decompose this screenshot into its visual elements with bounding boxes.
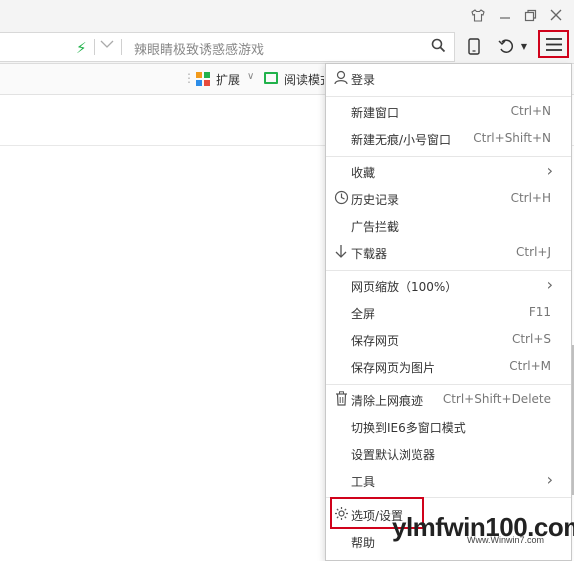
chevron-right-icon: › xyxy=(546,275,553,294)
download-arrow-icon xyxy=(333,244,349,260)
shortcut-label: Ctrl+H xyxy=(510,191,551,205)
menu-item-label: 清除上网痕迹 xyxy=(351,394,424,408)
menu-item-label: 网页缩放（100%） xyxy=(351,280,458,294)
shortcut-label: Ctrl+N xyxy=(510,104,551,118)
menu-item-label: 收藏 xyxy=(351,166,376,180)
menu-item-history[interactable]: 历史记录 Ctrl+H xyxy=(326,185,571,212)
menu-item-new-window[interactable]: 新建窗口 Ctrl+N xyxy=(326,98,571,125)
main-menu-dropdown: 登录 新建窗口 Ctrl+N 新建无痕/小号窗口 Ctrl+Shift+N 收藏… xyxy=(325,63,572,561)
menu-item-save-page-as-image[interactable]: 保存网页为图片 Ctrl+M xyxy=(326,353,571,380)
trash-icon xyxy=(333,391,349,407)
overflow-dots-icon[interactable]: ⋮ xyxy=(183,71,195,85)
menu-item-label: 广告拦截 xyxy=(351,220,400,234)
search-input[interactable]: 辣眼睛极致诱惑感游戏 xyxy=(134,39,264,58)
divider xyxy=(326,384,571,385)
menu-item-save-page[interactable]: 保存网页 Ctrl+S xyxy=(326,326,571,353)
user-icon xyxy=(333,70,349,86)
menu-item-switch-ie6[interactable]: 切换到IE6多窗口模式 xyxy=(326,413,571,440)
menu-item-label: 设置默认浏览器 xyxy=(351,448,436,462)
mobile-icon[interactable] xyxy=(462,32,486,60)
dropdown-chevron-icon[interactable] xyxy=(100,38,114,52)
chevron-right-icon: › xyxy=(546,470,553,489)
chevron-down-icon[interactable]: ∨ xyxy=(247,71,254,82)
menu-item-label: 工具 xyxy=(351,475,376,489)
search-icon[interactable] xyxy=(431,38,446,57)
shortcut-label: Ctrl+M xyxy=(509,359,551,373)
close-icon[interactable] xyxy=(545,5,567,25)
clock-icon xyxy=(333,190,349,206)
divider xyxy=(326,96,571,97)
menu-item-label: 历史记录 xyxy=(351,193,400,207)
shortcut-label: Ctrl+Shift+Delete xyxy=(442,392,551,406)
separator xyxy=(94,39,95,55)
divider xyxy=(326,270,571,271)
menu-item-tools[interactable]: 工具 › xyxy=(326,467,571,494)
menu-item-label: 全屏 xyxy=(351,307,376,321)
menu-item-zoom[interactable]: 网页缩放（100%） › xyxy=(326,272,571,299)
menu-item-label: 切换到IE6多窗口模式 xyxy=(351,421,466,435)
menu-item-favorites[interactable]: 收藏 › xyxy=(326,158,571,185)
menu-item-downloader[interactable]: 下载器 Ctrl+J xyxy=(326,239,571,266)
minimize-icon[interactable] xyxy=(494,5,516,25)
menu-item-label: 新建窗口 xyxy=(351,106,400,120)
menu-item-default-browser[interactable]: 设置默认浏览器 xyxy=(326,440,571,467)
extensions-icon[interactable] xyxy=(196,72,210,86)
menu-item-label: 下载器 xyxy=(351,247,388,261)
shortcut-label: Ctrl+J xyxy=(516,245,551,259)
menu-item-fullscreen[interactable]: 全屏 F11 xyxy=(326,299,571,326)
watermark-subtext: Www.Winwin7.com xyxy=(467,535,545,545)
address-field[interactable]: ⚡ 辣眼睛极致诱惑感游戏 xyxy=(0,32,455,62)
undo-dropdown-icon[interactable]: ▼ xyxy=(518,32,530,60)
menu-item-ad-block[interactable]: 广告拦截 xyxy=(326,212,571,239)
shortcut-label: F11 xyxy=(528,305,551,319)
undo-icon[interactable] xyxy=(494,32,518,60)
shortcut-label: Ctrl+Shift+N xyxy=(473,131,551,145)
menu-item-label: 新建无痕/小号窗口 xyxy=(351,133,452,147)
main-menu-button[interactable] xyxy=(538,30,569,58)
reading-mode-icon[interactable] xyxy=(264,72,278,84)
menu-item-label: 保存网页 xyxy=(351,334,400,348)
shortcut-label: Ctrl+S xyxy=(511,332,551,346)
divider xyxy=(326,156,571,157)
menu-item-label: 帮助 xyxy=(351,536,376,550)
menu-item-new-incognito-window[interactable]: 新建无痕/小号窗口 Ctrl+Shift+N xyxy=(326,125,571,152)
separator xyxy=(121,39,122,55)
menu-item-login[interactable]: 登录 xyxy=(326,65,571,92)
lightning-icon[interactable]: ⚡ xyxy=(76,39,87,57)
menu-item-label: 登录 xyxy=(351,73,376,87)
title-bar xyxy=(0,0,574,30)
menu-item-label: 保存网页为图片 xyxy=(351,361,436,375)
menu-item-clear-traces[interactable]: 清除上网痕迹 Ctrl+Shift+Delete xyxy=(326,386,571,413)
chevron-right-icon: › xyxy=(546,161,553,180)
skin-icon[interactable] xyxy=(467,5,489,25)
extensions-button[interactable]: 扩展 xyxy=(216,71,240,88)
restore-icon[interactable] xyxy=(519,5,541,25)
address-bar: ⚡ 辣眼睛极致诱惑感游戏 ▼ xyxy=(0,30,574,64)
reading-mode-button[interactable]: 阅读模式 xyxy=(284,71,324,88)
